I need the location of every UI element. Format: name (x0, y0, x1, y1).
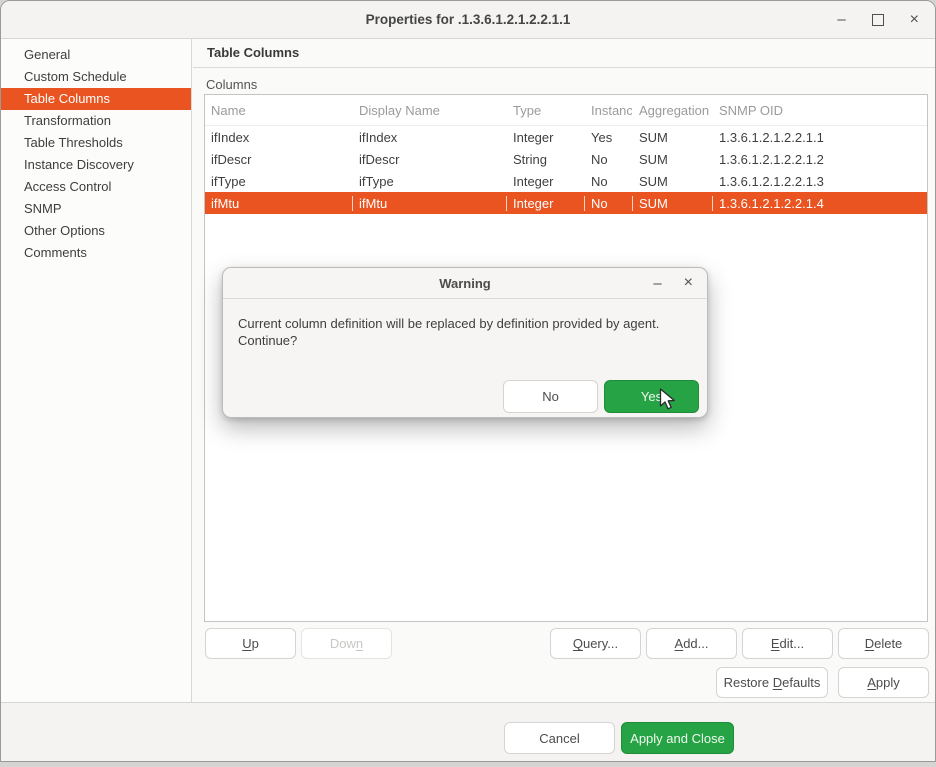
button-label: pply (876, 675, 900, 690)
table-row[interactable]: ifIndex ifIndex Integer Yes SUM 1.3.6.1.… (205, 126, 927, 148)
maximize-icon[interactable] (872, 14, 884, 26)
sidebar-item-other-options[interactable]: Other Options (1, 220, 191, 242)
warning-dialog: Warning – × Current column definition wi… (222, 267, 708, 418)
button-label: elete (874, 636, 902, 651)
cell-aggregation: SUM (633, 152, 713, 167)
cell-type: String (507, 152, 585, 167)
warning-dialog-title: Warning (439, 276, 491, 291)
cell-snmp-oid: 1.3.6.1.2.1.2.2.1.4 (713, 196, 927, 211)
button-label: U (242, 636, 251, 651)
button-label: D (865, 636, 874, 651)
sidebar-item-table-thresholds[interactable]: Table Thresholds (1, 132, 191, 154)
cell-snmp-oid: 1.3.6.1.2.1.2.2.1.1 (713, 130, 927, 145)
button-label: A (867, 675, 876, 690)
no-button[interactable]: No (503, 380, 598, 413)
button-label: Dow (330, 636, 356, 651)
column-header-name[interactable]: Name (205, 103, 353, 118)
cell-name: ifIndex (205, 130, 353, 145)
cell-type: Integer (507, 130, 585, 145)
close-icon[interactable]: × (910, 12, 919, 28)
add-button[interactable]: Add... (646, 628, 737, 659)
button-label: uery... (583, 636, 618, 651)
button-label: efaults (782, 675, 820, 690)
column-header-aggregation[interactable]: Aggregation (633, 103, 713, 118)
close-icon[interactable]: × (684, 275, 693, 291)
query-button[interactable]: Query... (550, 628, 641, 659)
cell-display-name: ifIndex (353, 130, 507, 145)
cell-instance: No (585, 174, 633, 189)
cell-display-name: ifDescr (353, 152, 507, 167)
window-title: Properties for .1.3.6.1.2.1.2.2.1.1 (366, 12, 571, 27)
sidebar-item-instance-discovery[interactable]: Instance Discovery (1, 154, 191, 176)
warning-message: Current column definition will be replac… (238, 315, 690, 349)
cell-aggregation: SUM (633, 196, 713, 211)
table-row[interactable]: ifDescr ifDescr String No SUM 1.3.6.1.2.… (205, 148, 927, 170)
apply-and-close-button[interactable]: Apply and Close (621, 722, 734, 754)
button-label: A (675, 636, 684, 651)
table-row[interactable]: ifType ifType Integer No SUM 1.3.6.1.2.1… (205, 170, 927, 192)
button-label: Q (573, 636, 583, 651)
properties-sidebar: General Custom Schedule Table Columns Tr… (1, 39, 192, 702)
minimize-icon[interactable]: – (653, 276, 661, 291)
column-header-instance[interactable]: Instance (585, 103, 633, 118)
cell-name: ifDescr (205, 152, 353, 167)
window-titlebar[interactable]: Properties for .1.3.6.1.2.1.2.2.1.1 – × (1, 1, 935, 39)
button-label: n (356, 636, 363, 651)
up-button[interactable]: Up (205, 628, 296, 659)
cell-instance: No (585, 196, 633, 211)
dialog-footer: Cancel Apply and Close (1, 702, 935, 761)
column-header-display-name[interactable]: Display Name (353, 103, 507, 118)
desktop-stage: Properties for .1.3.6.1.2.1.2.2.1.1 – × … (0, 0, 936, 767)
sidebar-item-general[interactable]: General (1, 44, 191, 66)
table-row-selected[interactable]: ifMtu ifMtu Integer No SUM 1.3.6.1.2.1.2… (205, 192, 927, 214)
button-label: dit... (780, 636, 805, 651)
down-button[interactable]: Down (301, 628, 392, 659)
sidebar-item-custom-schedule[interactable]: Custom Schedule (1, 66, 191, 88)
cell-instance: No (585, 152, 633, 167)
cancel-button[interactable]: Cancel (504, 722, 615, 754)
column-header-snmp-oid[interactable]: SNMP OID (713, 103, 927, 118)
edit-button[interactable]: Edit... (742, 628, 833, 659)
cell-name: ifMtu (205, 196, 353, 211)
cell-aggregation: SUM (633, 130, 713, 145)
button-label: D (773, 675, 782, 690)
yes-button[interactable]: Yes (604, 380, 699, 413)
minimize-icon[interactable]: – (837, 12, 845, 27)
sidebar-item-comments[interactable]: Comments (1, 242, 191, 264)
sidebar-item-table-columns[interactable]: Table Columns (1, 88, 191, 110)
button-label: Restore (724, 675, 773, 690)
cell-snmp-oid: 1.3.6.1.2.1.2.2.1.2 (713, 152, 927, 167)
columns-group-label: Columns (206, 77, 257, 92)
cell-name: ifType (205, 174, 353, 189)
restore-defaults-button[interactable]: Restore Defaults (716, 667, 828, 698)
warning-dialog-titlebar[interactable]: Warning – × (223, 268, 707, 299)
cell-type: Integer (507, 174, 585, 189)
sidebar-item-snmp[interactable]: SNMP (1, 198, 191, 220)
column-header-type[interactable]: Type (507, 103, 585, 118)
button-label: E (771, 636, 780, 651)
button-label: p (252, 636, 259, 651)
cell-type: Integer (507, 196, 585, 211)
button-label: dd... (683, 636, 708, 651)
cell-aggregation: SUM (633, 174, 713, 189)
cell-snmp-oid: 1.3.6.1.2.1.2.2.1.3 (713, 174, 927, 189)
cell-instance: Yes (585, 130, 633, 145)
sidebar-item-transformation[interactable]: Transformation (1, 110, 191, 132)
delete-button[interactable]: Delete (838, 628, 929, 659)
window-controls: – × (837, 1, 919, 38)
cell-display-name: ifMtu (353, 196, 507, 211)
sidebar-item-access-control[interactable]: Access Control (1, 176, 191, 198)
apply-button[interactable]: Apply (838, 667, 929, 698)
cell-display-name: ifType (353, 174, 507, 189)
page-title: Table Columns (193, 39, 935, 68)
columns-table-header: Name Display Name Type Instance Aggregat… (205, 95, 927, 126)
warning-dialog-controls: – × (653, 268, 693, 298)
